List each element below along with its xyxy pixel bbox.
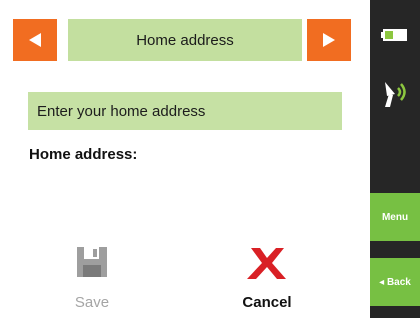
header: Home address xyxy=(0,0,370,70)
cancel-button[interactable]: Cancel xyxy=(212,245,322,315)
page-title: Home address xyxy=(68,19,302,61)
back-button[interactable]: ◂ Back xyxy=(370,258,420,306)
close-icon xyxy=(247,248,286,279)
next-button[interactable] xyxy=(307,19,351,61)
menu-button[interactable]: Menu xyxy=(370,193,420,241)
arrow-right-icon xyxy=(323,33,335,47)
save-button[interactable]: Save xyxy=(37,245,147,315)
sidebar: Menu ◂ Back xyxy=(370,0,420,318)
home-address-label: Home address: xyxy=(29,146,138,163)
save-label: Save xyxy=(74,294,110,311)
gps-signal-icon xyxy=(385,82,406,107)
previous-button[interactable] xyxy=(13,19,57,61)
arrow-left-icon xyxy=(29,33,41,47)
address-input[interactable]: Enter your home address xyxy=(28,92,342,130)
battery-icon xyxy=(381,29,407,41)
floppy-disk-icon xyxy=(77,247,107,277)
cancel-label: Cancel xyxy=(242,294,292,311)
main-panel: Home address Enter your home address Hom… xyxy=(0,0,370,318)
